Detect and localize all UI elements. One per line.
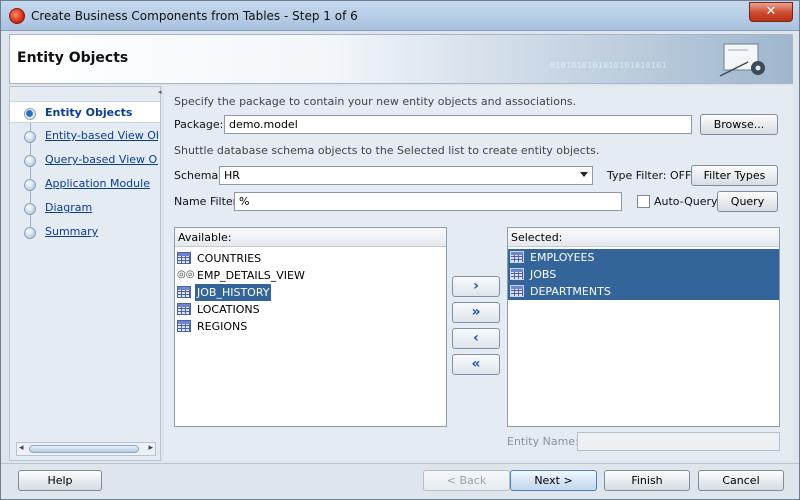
step-current-icon [24,108,36,120]
nav-step-label: Summary [45,225,99,238]
package-label: Package: [174,118,224,131]
list-item-label: REGIONS [197,320,248,333]
list-item-label: EMP_DETAILS_VIEW [197,269,305,282]
window-title: Create Business Components from Tables -… [31,9,358,23]
list-item[interactable]: JOB_HISTORY [175,284,446,301]
next-button[interactable]: Next > [510,470,597,491]
list-item-label: DEPARTMENTS [530,285,611,298]
auto-query-label: Auto-Query [654,195,718,208]
selected-list[interactable]: Selected: EMPLOYEES JOBS DEPARTMENTS [507,227,780,427]
package-input[interactable]: demo.model [224,115,692,134]
wizard-content: Specify the package to contain your new … [164,86,793,461]
nav-step-query-based-view-objects[interactable]: Query-based View Objects [10,149,160,171]
page-title: Entity Objects [17,50,129,66]
remove-all-button[interactable]: « [452,354,500,375]
step-icon [24,227,36,239]
available-list[interactable]: Available: COUNTRIES ◎◎ EMP_DETAILS_VIEW… [174,227,447,427]
selected-list-header: Selected: [508,228,779,247]
list-item[interactable]: REGIONS [175,318,446,335]
step-icon [24,131,36,143]
table-icon [510,285,524,297]
table-icon [510,251,524,263]
auto-query-checkbox[interactable] [637,195,650,208]
list-item-label: EMPLOYEES [530,251,595,264]
scrollbar-thumb[interactable] [29,445,139,453]
list-item[interactable]: DEPARTMENTS [508,283,779,300]
entity-name-label: Entity Name: [507,435,579,448]
nav-step-entity-based-view-objects[interactable]: Entity-based View Objects [10,125,160,147]
add-selected-button[interactable]: › [452,276,500,297]
available-list-header: Available: [175,228,446,247]
wizard-gear-icon [719,43,765,77]
list-item[interactable]: LOCATIONS [175,301,446,318]
step-icon [24,203,36,215]
step-icon [24,179,36,191]
type-filter-status: Type Filter: OFF [607,169,692,182]
list-item-label: JOB_HISTORY [195,284,272,301]
app-icon [9,8,25,24]
nav-step-label: Diagram [45,201,93,214]
scroll-right-icon[interactable]: ▸ [148,443,153,453]
finish-button[interactable]: Finish [604,470,690,491]
remove-selected-button[interactable]: ‹ [452,328,500,349]
chevron-down-icon [580,172,588,177]
table-icon [177,320,191,332]
query-button[interactable]: Query [717,191,778,212]
name-filter-input[interactable]: % [234,192,622,211]
list-item[interactable]: JOBS [508,266,779,283]
nav-step-application-module[interactable]: Application Module [10,173,160,195]
scroll-left-icon[interactable]: ◂ [19,443,24,453]
nav-step-label: Entity Objects [45,106,133,119]
list-item[interactable]: ◎◎ EMP_DETAILS_VIEW [175,267,446,284]
table-icon [510,268,524,280]
wizard-window: Create Business Components from Tables -… [0,0,800,500]
nav-step-diagram[interactable]: Diagram [10,197,160,219]
collapse-panel-icon[interactable]: ◂ [158,88,162,96]
title-bar[interactable]: Create Business Components from Tables -… [1,1,799,31]
schema-value: HR [224,169,240,182]
nav-step-label: Application Module [45,177,150,190]
wizard-header: Entity Objects 0101010101010101010101 [9,34,793,84]
wizard-steps-panel: Entity Objects Entity-based View Objects… [9,86,161,461]
nav-step-label: Query-based View Objects [45,153,158,166]
binary-decoration: 0101010101010101010101 [550,61,667,70]
entity-name-input[interactable] [577,432,780,451]
schema-label: Schema: [174,169,222,182]
nav-horizontal-scrollbar[interactable]: ◂ ▸ [16,442,156,456]
schema-dropdown[interactable]: HR [219,166,593,185]
browse-button[interactable]: Browse... [700,114,778,135]
wizard-footer: Help < Back Next > Finish Cancel [1,463,799,499]
table-icon [177,252,191,264]
nav-step-entity-objects[interactable]: Entity Objects [10,101,160,123]
help-button[interactable]: Help [18,470,102,491]
table-icon [177,286,191,298]
nav-step-summary[interactable]: Summary [10,221,160,243]
step-icon [24,155,36,167]
list-item-label: JOBS [530,268,557,281]
list-item[interactable]: EMPLOYEES [508,249,779,266]
back-button[interactable]: < Back [423,470,510,491]
list-item-label: COUNTRIES [197,252,262,265]
table-icon [177,303,191,315]
list-item-label: LOCATIONS [197,303,260,316]
filter-types-button[interactable]: Filter Types [691,165,778,186]
shuttle-hint: Shuttle database schema objects to the S… [174,144,600,157]
close-button[interactable]: ✕ [749,2,793,22]
nav-step-label: Entity-based View Objects [45,129,158,142]
view-icon: ◎◎ [177,269,195,280]
name-filter-label: Name Filter: [174,195,241,208]
add-all-button[interactable]: » [452,302,500,323]
cancel-button[interactable]: Cancel [698,470,784,491]
list-item[interactable]: COUNTRIES [175,250,446,267]
package-hint: Specify the package to contain your new … [174,95,577,108]
